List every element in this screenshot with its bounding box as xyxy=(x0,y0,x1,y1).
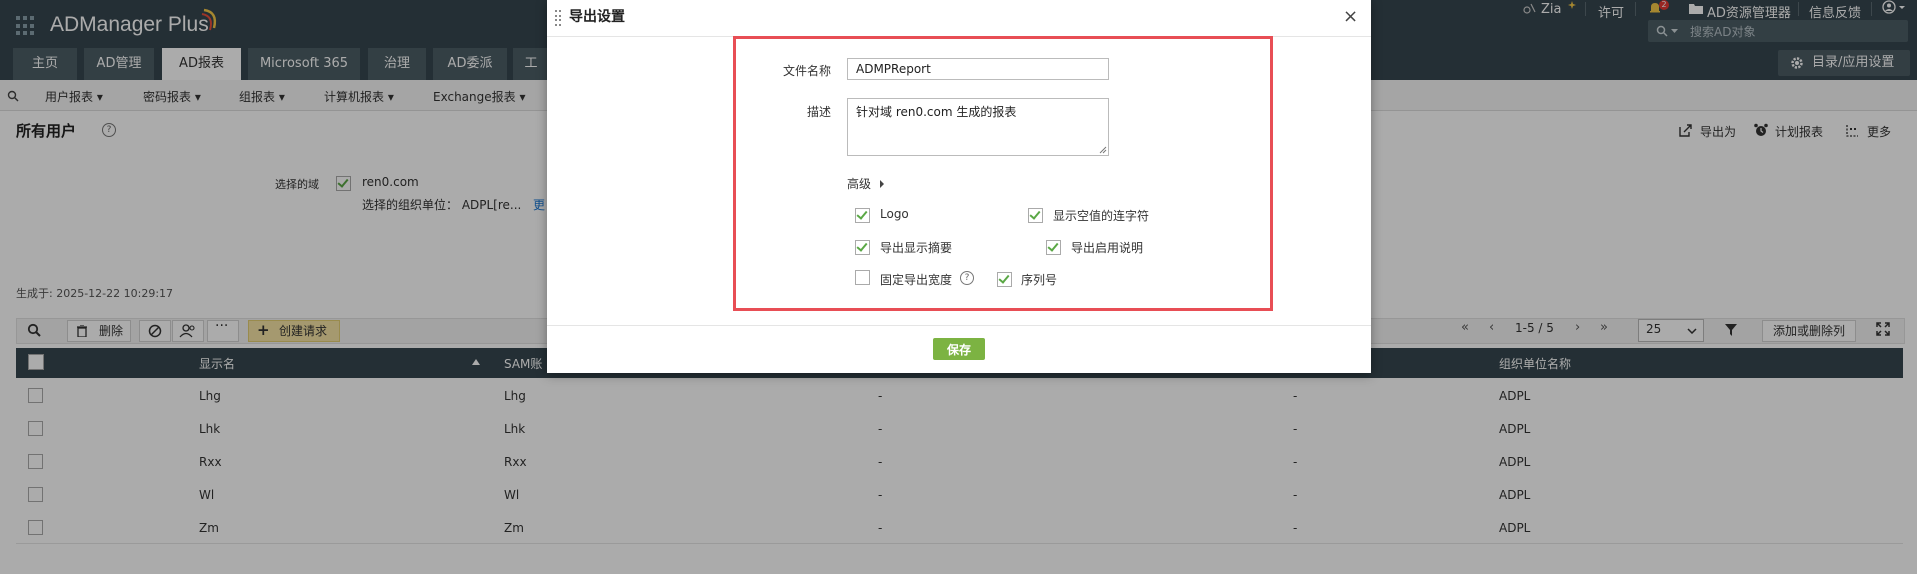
filename-input[interactable] xyxy=(847,58,1109,80)
export-summary-label: 导出显示摘要 xyxy=(880,241,953,255)
hyphen-empty-label: 显示空值的连字符 xyxy=(1053,209,1150,223)
hyphen-empty-checkbox[interactable] xyxy=(1028,208,1043,223)
logo-checkbox[interactable] xyxy=(855,208,870,223)
export-enable-desc-label: 导出启用说明 xyxy=(1071,241,1144,255)
caret-right-icon xyxy=(879,180,884,188)
fixed-width-checkbox[interactable] xyxy=(855,270,870,285)
advanced-label: 高级 xyxy=(847,177,872,191)
dialog-footer-divider xyxy=(547,325,1371,326)
description-textarea[interactable]: 针对域 ren0.com 生成的报表 xyxy=(847,98,1109,156)
export-settings-dialog: 导出设置 × 文件名称 描述 针对域 ren0.com 生成的报表 高级 Log… xyxy=(547,0,1371,373)
close-icon[interactable]: × xyxy=(1343,6,1358,27)
filename-label: 文件名称 xyxy=(782,64,831,78)
logo-label: Logo xyxy=(880,207,909,221)
resize-handle-icon[interactable] xyxy=(1099,146,1107,154)
save-button[interactable]: 保存 xyxy=(933,338,985,360)
advanced-toggle[interactable]: 高级 xyxy=(847,175,885,192)
fixed-width-label: 固定导出宽度 xyxy=(880,273,953,287)
export-enable-desc-checkbox[interactable] xyxy=(1046,240,1061,255)
dialog-header: 导出设置 × xyxy=(547,0,1371,37)
export-summary-checkbox[interactable] xyxy=(855,240,870,255)
drag-handle-icon[interactable] xyxy=(555,10,563,26)
description-label: 描述 xyxy=(806,105,831,119)
help-icon[interactable]: ? xyxy=(960,271,974,285)
serial-number-checkbox[interactable] xyxy=(997,272,1012,287)
serial-number-label: 序列号 xyxy=(1021,273,1058,287)
dialog-title: 导出设置 xyxy=(569,9,625,25)
